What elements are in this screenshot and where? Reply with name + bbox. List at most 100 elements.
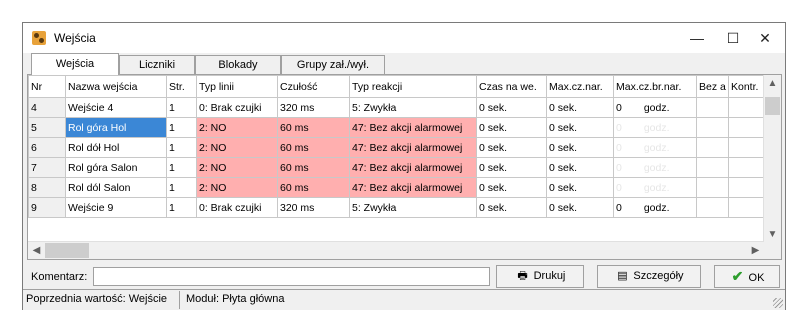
cell-str[interactable]: 1	[166, 97, 197, 118]
cell-bez-a[interactable]	[696, 197, 729, 218]
cell-kontr[interactable]	[728, 117, 765, 138]
table-row[interactable]: 4 Wejście 4 1 0: Brak czujki 320 ms 5: Zwykła…	[28, 97, 765, 118]
cell-kontr[interactable]	[728, 177, 765, 198]
column-header[interactable]: Czułość	[277, 75, 350, 98]
table-row[interactable]: 5 Rol góra Hol 1 2: NO 60 ms 47: Bez akcji al…	[28, 117, 765, 138]
cell-entry-time[interactable]: 0 sek.	[476, 137, 547, 158]
cell-max-alarm-time[interactable]: 0 sek.	[546, 97, 614, 118]
column-header[interactable]: Max.cz.br.nar.	[613, 75, 697, 98]
cell-max-alarm-time[interactable]: 0 sek.	[546, 117, 614, 138]
cell-bez-a[interactable]	[696, 157, 729, 178]
cell-reaction-type[interactable]: 47: Bez akcji alarmowej	[349, 137, 477, 158]
vertical-scrollbar[interactable]: ▲ ▼	[763, 75, 781, 243]
column-header[interactable]: Nazwa wejścia	[65, 75, 167, 98]
cell-sensitivity[interactable]: 60 ms	[277, 117, 350, 138]
cell-entry-time[interactable]: 0 sek.	[476, 97, 547, 118]
table-row[interactable]: 8 Rol dól Salon 1 2: NO 60 ms 47: Bez akcji a…	[28, 177, 765, 198]
close-icon[interactable]: ✕	[743, 23, 787, 53]
table-row[interactable]: 9 Wejście 9 1 0: Brak czujki 320 ms 5: Zwykła…	[28, 197, 765, 218]
table-row[interactable]: 7 Rol góra Salon 1 2: NO 60 ms 47: Bez akcji …	[28, 157, 765, 178]
comment-input[interactable]	[93, 267, 490, 286]
cell-input-name[interactable]: Rol góra Salon	[65, 157, 167, 178]
tab-blokady[interactable]: Blokady	[195, 55, 281, 74]
cell-bez-a[interactable]	[696, 117, 729, 138]
column-header[interactable]: Str.	[166, 75, 197, 98]
cell-input-name[interactable]: Wejście 9	[65, 197, 167, 218]
cell-kontr[interactable]	[728, 97, 765, 118]
cell-str[interactable]: 1	[166, 157, 197, 178]
column-header[interactable]: Kontr.	[728, 75, 765, 98]
cell-max-alarm-time[interactable]: 0 sek.	[546, 197, 614, 218]
column-header[interactable]: Czas na we.	[476, 75, 547, 98]
cell-str[interactable]: 1	[166, 137, 197, 158]
cell-str[interactable]: 1	[166, 117, 197, 138]
print-button[interactable]: 🖶 Drukuj	[496, 265, 584, 288]
cell-line-type[interactable]: 2: NO	[196, 177, 278, 198]
cell-str[interactable]: 1	[166, 197, 197, 218]
cell-max-no-alarm-time[interactable]: 0 godz.	[613, 117, 697, 138]
cell-sensitivity[interactable]: 60 ms	[277, 157, 350, 178]
cell-max-no-alarm-time[interactable]: 0 godz.	[613, 157, 697, 178]
cell-entry-time[interactable]: 0 sek.	[476, 157, 547, 178]
cell-max-no-alarm-time[interactable]: 0 godz.	[613, 137, 697, 158]
cell-input-name[interactable]: Wejście 4	[65, 97, 167, 118]
cell-line-type[interactable]: 2: NO	[196, 117, 278, 138]
cell-max-no-alarm-time[interactable]: 0 godz.	[613, 97, 697, 118]
column-header[interactable]: Max.cz.nar.	[546, 75, 614, 98]
cell-entry-time[interactable]: 0 sek.	[476, 117, 547, 138]
cell-kontr[interactable]	[728, 137, 765, 158]
column-header[interactable]: Nr	[28, 75, 66, 98]
cell-bez-a[interactable]	[696, 97, 729, 118]
cell-max-alarm-time[interactable]: 0 sek.	[546, 137, 614, 158]
tab-wejscia[interactable]: Wejścia	[31, 53, 119, 75]
tab-liczniki[interactable]: Liczniki	[119, 55, 195, 74]
row-number[interactable]: 5	[28, 117, 66, 138]
column-header[interactable]: Typ linii	[196, 75, 278, 98]
cell-max-alarm-time[interactable]: 0 sek.	[546, 177, 614, 198]
ok-button[interactable]: ✔ OK	[714, 265, 780, 288]
cell-str[interactable]: 1	[166, 177, 197, 198]
cell-kontr[interactable]	[728, 157, 765, 178]
cell-line-type[interactable]: 0: Brak czujki	[196, 197, 278, 218]
row-number[interactable]: 8	[28, 177, 66, 198]
column-header[interactable]: Bez a	[696, 75, 729, 98]
table-row[interactable]: 6 Rol dół Hol 1 2: NO 60 ms 47: Bez akcji ala…	[28, 137, 765, 158]
row-number[interactable]: 9	[28, 197, 66, 218]
cell-max-no-alarm-time[interactable]: 0 godz.	[613, 197, 697, 218]
row-number[interactable]: 4	[28, 97, 66, 118]
cell-reaction-type[interactable]: 5: Zwykła	[349, 197, 477, 218]
cell-kontr[interactable]	[728, 197, 765, 218]
resize-grip[interactable]	[773, 298, 783, 308]
inputs-grid[interactable]: Nr Nazwa wejścia Str. Typ linii Czułość …	[27, 74, 782, 260]
cell-input-name[interactable]: Rol dół Hol	[65, 137, 167, 158]
horizontal-scrollbar[interactable]: ◀ ▶	[28, 241, 764, 259]
cell-line-type[interactable]: 0: Brak czujki	[196, 97, 278, 118]
scroll-down-icon[interactable]: ▼	[764, 226, 781, 243]
cell-input-name[interactable]: Rol góra Hol	[65, 117, 167, 138]
row-number[interactable]: 6	[28, 137, 66, 158]
tab-grupy[interactable]: Grupy zał./wył.	[281, 55, 385, 74]
scroll-right-icon[interactable]: ▶	[747, 242, 764, 259]
column-header[interactable]: Typ reakcji	[349, 75, 477, 98]
cell-reaction-type[interactable]: 5: Zwykła	[349, 97, 477, 118]
cell-sensitivity[interactable]: 60 ms	[277, 177, 350, 198]
cell-bez-a[interactable]	[696, 137, 729, 158]
cell-line-type[interactable]: 2: NO	[196, 137, 278, 158]
vertical-scroll-thumb[interactable]	[765, 97, 780, 115]
cell-entry-time[interactable]: 0 sek.	[476, 197, 547, 218]
horizontal-scroll-thumb[interactable]	[45, 243, 89, 258]
cell-input-name[interactable]: Rol dól Salon	[65, 177, 167, 198]
cell-entry-time[interactable]: 0 sek.	[476, 177, 547, 198]
cell-sensitivity[interactable]: 320 ms	[277, 97, 350, 118]
cell-max-no-alarm-time[interactable]: 0 godz.	[613, 177, 697, 198]
row-number[interactable]: 7	[28, 157, 66, 178]
cell-reaction-type[interactable]: 47: Bez akcji alarmowej	[349, 177, 477, 198]
cell-sensitivity[interactable]: 60 ms	[277, 137, 350, 158]
cell-reaction-type[interactable]: 47: Bez akcji alarmowej	[349, 117, 477, 138]
cell-line-type[interactable]: 2: NO	[196, 157, 278, 178]
scroll-left-icon[interactable]: ◀	[28, 242, 45, 259]
cell-reaction-type[interactable]: 47: Bez akcji alarmowej	[349, 157, 477, 178]
cell-max-alarm-time[interactable]: 0 sek.	[546, 157, 614, 178]
cell-sensitivity[interactable]: 320 ms	[277, 197, 350, 218]
details-button[interactable]: ▤ Szczegóły	[597, 265, 701, 288]
